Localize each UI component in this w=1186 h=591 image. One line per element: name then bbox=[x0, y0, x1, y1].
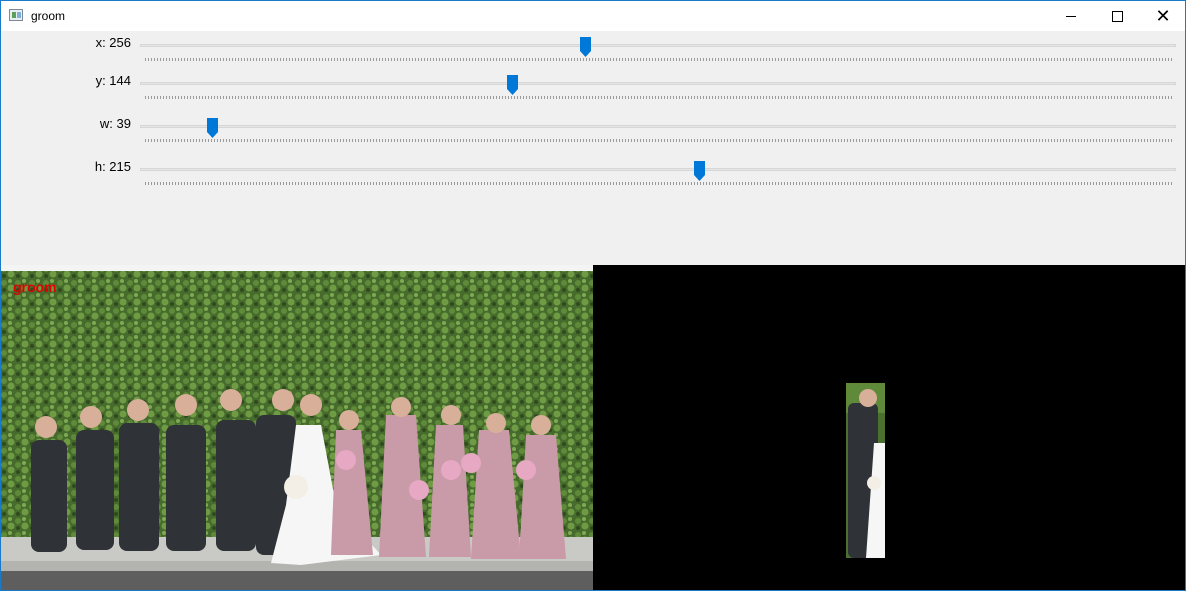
source-photo: groom bbox=[1, 265, 593, 590]
slider-x-ticks bbox=[145, 58, 1172, 61]
overlay-label: groom bbox=[13, 279, 57, 295]
slider-w-ticks bbox=[145, 139, 1172, 142]
slider-y-label: y: 144 bbox=[95, 73, 131, 88]
slider-y-ticks bbox=[145, 96, 1172, 99]
wedding-party-photo bbox=[1, 265, 593, 590]
slider-h-label: h: 215 bbox=[94, 159, 131, 174]
window-title: groom bbox=[31, 9, 66, 23]
trackbar-panel: x: 256 y: 144 w: 39 h: 215 bbox=[1, 31, 1185, 265]
close-icon: ✕ bbox=[1155, 6, 1171, 26]
cropped-photo bbox=[846, 383, 885, 558]
slider-h-ticks bbox=[145, 182, 1172, 185]
slider-w-thumb[interactable] bbox=[207, 118, 219, 138]
slider-x[interactable]: x: 256 bbox=[1, 35, 1185, 65]
slider-x-thumb[interactable] bbox=[579, 37, 591, 57]
slider-h-track[interactable] bbox=[140, 168, 1176, 171]
slider-x-track[interactable] bbox=[140, 44, 1176, 47]
slider-x-label: x: 256 bbox=[95, 35, 131, 50]
cropped-region bbox=[846, 383, 885, 558]
slider-w[interactable]: w: 39 bbox=[1, 116, 1185, 146]
title-bar[interactable]: groom ✕ bbox=[1, 1, 1185, 31]
app-window: groom ✕ x: 256 y: 144 w: 39 h: 215 groom bbox=[0, 0, 1186, 591]
minimize-icon bbox=[1066, 15, 1076, 17]
slider-h[interactable]: h: 215 bbox=[1, 159, 1185, 189]
maximize-button[interactable] bbox=[1094, 1, 1140, 31]
slider-w-track[interactable] bbox=[140, 125, 1176, 128]
close-button[interactable]: ✕ bbox=[1140, 1, 1185, 31]
cropped-output bbox=[593, 265, 1185, 590]
maximize-icon bbox=[1111, 10, 1123, 22]
minimize-button[interactable] bbox=[1048, 1, 1094, 31]
slider-w-label: w: 39 bbox=[99, 116, 131, 131]
slider-h-thumb[interactable] bbox=[693, 161, 705, 181]
slider-y-thumb[interactable] bbox=[507, 75, 519, 95]
slider-y-track[interactable] bbox=[140, 82, 1176, 85]
slider-y[interactable]: y: 144 bbox=[1, 73, 1185, 103]
app-icon bbox=[9, 9, 23, 21]
